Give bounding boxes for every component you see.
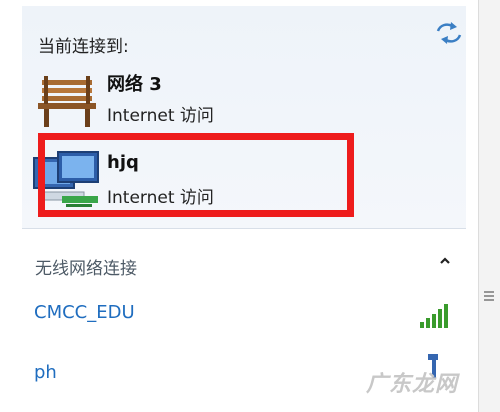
connected-section: 当前连接到: 网络 3 Internet 访问 hjq Internet 访问 xyxy=(22,6,466,228)
scroll-grip-icon[interactable] xyxy=(482,286,496,306)
connected-network-row[interactable]: 网络 3 Internet 访问 xyxy=(22,68,466,138)
network-flyout-panel: 当前连接到: 网络 3 Internet 访问 hjq Internet 访问 … xyxy=(22,6,466,412)
wifi-network-row[interactable]: CMCC_EDU xyxy=(22,302,466,342)
chevron-up-icon[interactable] xyxy=(438,254,452,268)
wireless-section-title: 无线网络连接 xyxy=(35,259,137,279)
wifi-network-name: CMCC_EDU xyxy=(34,302,135,323)
section-divider xyxy=(22,228,466,229)
currently-connected-title: 当前连接到: xyxy=(38,37,129,57)
public-network-bench-icon xyxy=(38,76,96,127)
signal-strength-icon xyxy=(420,304,448,328)
network-name: 网络 3 xyxy=(107,74,162,95)
wifi-network-name: ph xyxy=(34,362,57,383)
scrollbar[interactable] xyxy=(478,0,500,412)
red-highlight-box xyxy=(38,133,354,217)
refresh-arrows-icon[interactable] xyxy=(434,20,464,46)
network-status: Internet 访问 xyxy=(107,106,214,126)
watermark: 广东龙网 xyxy=(366,372,459,397)
